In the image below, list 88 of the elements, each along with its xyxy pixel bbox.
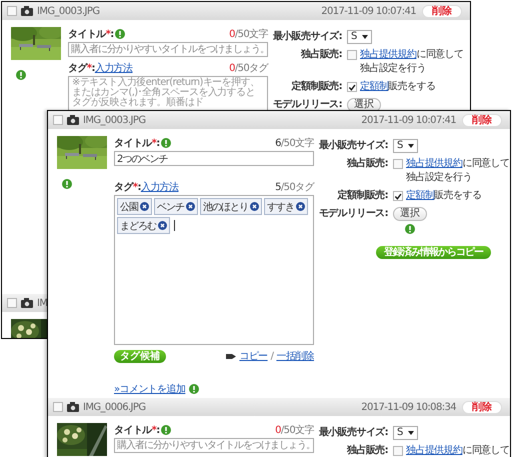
help-link[interactable]: 入力方法 (94, 63, 132, 74)
checkbox[interactable] (53, 115, 63, 125)
setting-label: 定額制販売: (336, 189, 388, 203)
setting-label: 最小販売サイズ: (272, 30, 342, 44)
remove-icon[interactable] (250, 202, 259, 211)
separator: / (270, 350, 274, 362)
delete-button[interactable]: 削除 (422, 4, 462, 18)
size-select[interactable]: S (393, 426, 418, 440)
terms-link[interactable]: 独占提供規約 (406, 445, 462, 456)
terms-link[interactable]: 独占提供規約 (406, 158, 462, 169)
checkbox[interactable] (347, 82, 357, 92)
file-name: IM (37, 298, 48, 308)
checkbox[interactable] (53, 402, 63, 412)
checkbox[interactable] (7, 298, 17, 308)
info-icon (114, 29, 125, 39)
field-label: タイトル*: (114, 137, 160, 150)
field-label: タイトル*: (68, 28, 114, 41)
size-select[interactable]: S (393, 139, 418, 153)
setting-label: 定額制販売: (290, 80, 342, 94)
title-field[interactable]: 購入者に分かりやすいタイトルをつけましょう。 (114, 438, 314, 453)
option-text: 独占提供規約に同意して (406, 444, 510, 457)
camera-icon (21, 6, 33, 16)
camera-icon (21, 298, 33, 308)
character-counter: 5/50タグ (275, 181, 314, 194)
character-counter: 6/50文字 (275, 136, 314, 150)
file-name: IMG_0003.JPG (37, 6, 100, 16)
setting-label: 独占販売: (346, 157, 388, 171)
tag-icon (226, 352, 236, 360)
info-icon (189, 384, 200, 394)
title-field[interactable]: 2つのベンチ (114, 151, 314, 166)
tag-chip: 池のほとり (200, 198, 262, 215)
checkbox[interactable] (393, 159, 403, 169)
option-text: 定額制販売をする (406, 189, 482, 203)
checkbox[interactable] (393, 191, 403, 201)
info-icon (160, 138, 171, 148)
tag-chip: ベンチ (154, 198, 198, 215)
setting-label: 最小販売サイズ: (318, 139, 388, 153)
camera-icon (67, 402, 79, 412)
text-cursor (174, 220, 175, 231)
checkbox[interactable] (7, 6, 17, 16)
setting-label: モデルリリース: (272, 98, 342, 112)
field-label: タイトル*: (114, 424, 160, 437)
upload-date: 2017-11-09 10:07:41 (361, 114, 456, 126)
remove-icon[interactable] (296, 202, 305, 211)
size-select[interactable]: S (347, 30, 372, 44)
title-field[interactable]: 購入者に分かりやすいタイトルをつけましょう。 (68, 42, 268, 57)
remove-icon[interactable] (186, 202, 195, 211)
info-icon (62, 179, 72, 189)
setting-label: 独占販売: (300, 48, 342, 62)
caret-icon (362, 35, 368, 39)
remove-icon[interactable] (140, 202, 149, 211)
terms-link[interactable]: 定額制 (406, 190, 434, 201)
camera-icon (67, 115, 79, 125)
remove-icon[interactable] (158, 221, 167, 230)
terms-link[interactable]: 独占提供規約 (360, 49, 416, 60)
checkbox[interactable] (347, 50, 357, 60)
upload-date: 2017-11-09 10:08:34 (361, 402, 456, 412)
character-counter: 0/50タグ (229, 62, 268, 75)
caret-icon (408, 144, 414, 148)
setting-label: モデルリリース: (318, 207, 388, 221)
character-counter: 0/50文字 (275, 424, 314, 437)
tag-field[interactable]: 公園 ベンチ 池のほとり すすき まどろむ (114, 195, 314, 345)
character-counter: 0/50文字 (229, 28, 268, 41)
select-button[interactable]: 選択 (393, 207, 427, 221)
option-text: 独占提供規約に同意して 独占設定を行う (360, 48, 464, 76)
add-comment-link[interactable]: »コメントを追加 (114, 382, 186, 396)
copy-link[interactable]: コピー (239, 349, 268, 363)
tag-chip: 公園 (117, 198, 152, 215)
info-icon (160, 425, 171, 435)
delete-button[interactable]: 削除 (462, 400, 502, 414)
delete-button[interactable]: 削除 (462, 114, 502, 126)
help-link[interactable]: 入力方法 (140, 182, 178, 193)
option-text: 独占提供規約に同意して 独占設定を行う (406, 157, 510, 185)
upload-date: 2017-11-09 10:07:41 (321, 6, 416, 16)
clear-link[interactable]: 一括削除 (276, 349, 314, 363)
tag-chip: まどろむ (117, 217, 170, 234)
caret-icon (408, 431, 414, 435)
field-label: タグ*:入力方法 (114, 180, 178, 194)
terms-link[interactable]: 定額制 (360, 81, 388, 92)
checkbox[interactable] (393, 446, 403, 456)
option-text: 定額制販売をする (360, 80, 436, 94)
field-label: タグ*:入力方法 (68, 62, 132, 75)
info-icon (16, 70, 26, 80)
setting-label: 独占販売: (346, 444, 388, 457)
file-name: IMG_0003.JPG (83, 114, 146, 126)
file-name: IMG_0006.JPG (83, 402, 146, 412)
tag-chip: すすき (264, 198, 308, 215)
setting-label: 最小販売サイズ: (318, 426, 388, 440)
